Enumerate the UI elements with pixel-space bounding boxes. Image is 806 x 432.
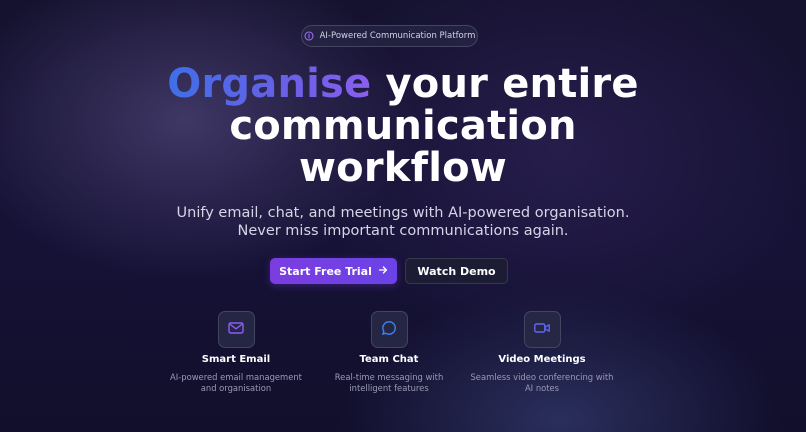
mail-icon bbox=[227, 319, 245, 341]
watch-demo-button[interactable]: Watch Demo bbox=[405, 258, 508, 284]
feature-description: AI-powered email management and organisa… bbox=[161, 372, 311, 394]
start-free-trial-button[interactable]: Start Free Trial bbox=[270, 258, 397, 284]
feature-desc-line2: and organisation bbox=[200, 383, 272, 393]
feature-desc-line2: AI notes bbox=[524, 383, 560, 393]
feature-video-meetings: Video Meetings Seamless video conferenci… bbox=[467, 311, 617, 394]
subtitle-line1: Unify email, chat, and meetings with AI-… bbox=[176, 205, 630, 221]
feature-desc-line2: intelligent features bbox=[349, 383, 429, 393]
watch-demo-label: Watch Demo bbox=[417, 264, 496, 278]
feature-description: Real-time messaging with intelligent fea… bbox=[314, 372, 464, 394]
feature-smart-email: Smart Email AI-powered email management … bbox=[161, 311, 311, 394]
headline-accent: Organise bbox=[167, 61, 372, 107]
feature-desc-line1: Seamless video conferencing with bbox=[470, 372, 614, 382]
hero-subtitle: Unify email, chat, and meetings with AI-… bbox=[0, 204, 806, 240]
feature-title: Team Chat bbox=[359, 354, 419, 365]
info-icon bbox=[304, 31, 314, 41]
feature-description: Seamless video conferencing with AI note… bbox=[467, 372, 617, 394]
video-camera-icon bbox=[533, 319, 551, 341]
feature-icon-box bbox=[523, 311, 561, 348]
headline-line1-rest: your entire bbox=[371, 61, 639, 107]
feature-desc-line1: Real-time messaging with bbox=[334, 372, 444, 382]
platform-badge: AI-Powered Communication Platform bbox=[301, 25, 478, 47]
feature-title: Video Meetings bbox=[498, 354, 586, 365]
feature-title: Smart Email bbox=[201, 354, 271, 365]
feature-icon-box bbox=[370, 311, 408, 348]
chat-bubble-icon bbox=[380, 319, 398, 341]
page-title: Organise your entire communication workf… bbox=[0, 63, 806, 189]
arrow-right-icon bbox=[378, 265, 388, 278]
hero-section: AI-Powered Communication Platform Organi… bbox=[0, 0, 806, 432]
start-free-trial-label: Start Free Trial bbox=[279, 264, 372, 278]
feature-desc-line1: AI-powered email management bbox=[170, 372, 302, 382]
feature-team-chat: Team Chat Real-time messaging with intel… bbox=[314, 311, 464, 394]
badge-label: AI-Powered Communication Platform bbox=[319, 31, 476, 41]
feature-icon-box bbox=[217, 311, 255, 348]
subtitle-line2: Never miss important communications agai… bbox=[237, 223, 569, 239]
headline-line3: workflow bbox=[299, 145, 507, 191]
headline-line2: communication bbox=[229, 103, 577, 149]
